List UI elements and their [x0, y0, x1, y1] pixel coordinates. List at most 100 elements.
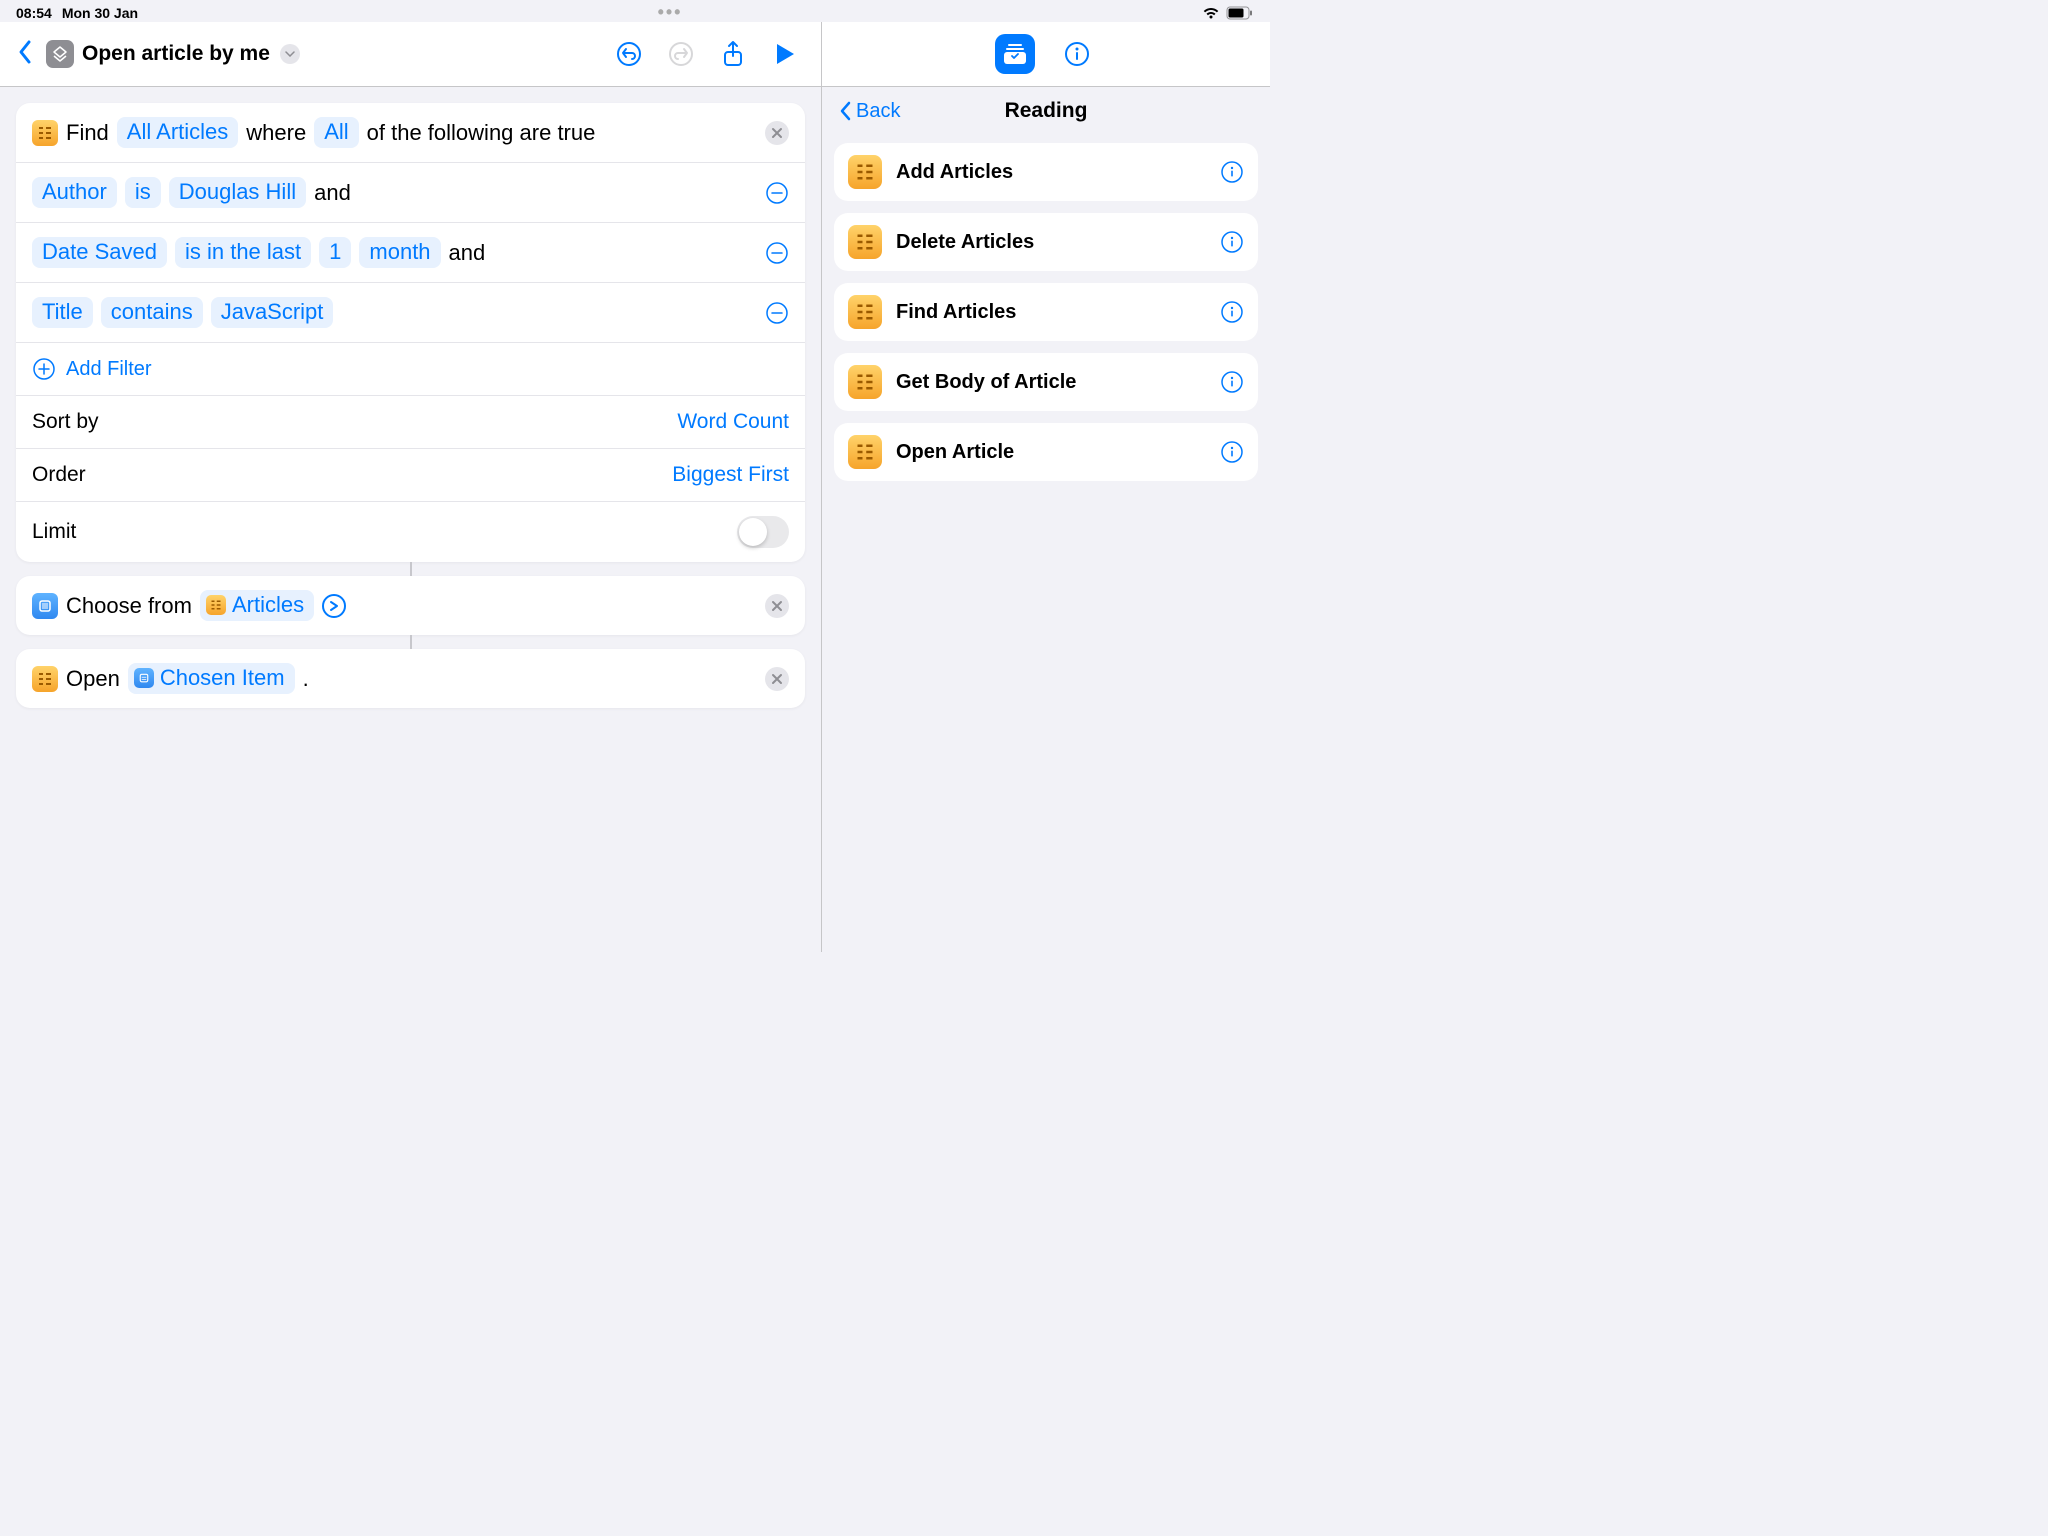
- action-label: Add Articles: [896, 161, 1206, 184]
- reading-app-icon: [32, 120, 58, 146]
- reading-app-icon: [32, 666, 58, 692]
- find-where: where: [246, 120, 306, 146]
- remove-filter-button[interactable]: [765, 181, 789, 205]
- filter-number[interactable]: 1: [319, 237, 351, 268]
- redo-button[interactable]: [661, 34, 701, 74]
- action-label: Delete Articles: [896, 231, 1206, 254]
- wifi-icon: [1202, 6, 1220, 20]
- choose-target-token[interactable]: Articles: [200, 590, 314, 621]
- filter-value[interactable]: Douglas Hill: [169, 177, 306, 208]
- order-row[interactable]: Order Biggest First: [16, 449, 805, 502]
- filter-row-2[interactable]: Title contains JavaScript: [16, 283, 805, 343]
- filter-field[interactable]: Title: [32, 297, 93, 328]
- shortcut-title[interactable]: Open article by me: [46, 40, 300, 68]
- status-bar: 08:54 Mon 30 Jan •••: [0, 0, 1270, 22]
- open-target-label: Chosen Item: [160, 665, 285, 691]
- plus-circle-icon: [32, 357, 56, 381]
- add-filter-label: Add Filter: [66, 358, 152, 381]
- multitask-dots[interactable]: •••: [138, 2, 1202, 23]
- filter-unit[interactable]: month: [359, 237, 440, 268]
- action-item-add[interactable]: Add Articles: [834, 143, 1258, 201]
- chevron-down-icon: [280, 44, 300, 64]
- filter-op[interactable]: contains: [101, 297, 203, 328]
- filter-op[interactable]: is: [125, 177, 161, 208]
- find-tail: of the following are true: [367, 120, 596, 146]
- choose-verb: Choose from: [66, 593, 192, 619]
- reading-app-icon: [848, 155, 882, 189]
- open-row[interactable]: Open Chosen Item .: [16, 649, 805, 708]
- expand-action-button[interactable]: [322, 594, 346, 618]
- find-header-row[interactable]: Find All Articles where All of the follo…: [16, 103, 805, 163]
- run-button[interactable]: [765, 34, 805, 74]
- choose-target-label: Articles: [232, 592, 304, 618]
- shortcut-app-icon: [46, 40, 74, 68]
- choose-row[interactable]: Choose from Articles: [16, 576, 805, 635]
- order-value[interactable]: Biggest First: [672, 463, 789, 487]
- action-label: Get Body of Article: [896, 371, 1206, 394]
- find-verb: Find: [66, 120, 109, 146]
- action-info-button[interactable]: [1220, 230, 1244, 254]
- order-label: Order: [32, 463, 86, 487]
- filter-op[interactable]: is in the last: [175, 237, 311, 268]
- sort-by-label: Sort by: [32, 410, 99, 434]
- delete-action-button[interactable]: [765, 121, 789, 145]
- reading-app-icon: [848, 435, 882, 469]
- remove-filter-button[interactable]: [765, 301, 789, 325]
- action-item-body[interactable]: Get Body of Article: [834, 353, 1258, 411]
- limit-label: Limit: [32, 520, 76, 544]
- action-info-button[interactable]: [1220, 440, 1244, 464]
- chosen-item-icon: [134, 668, 154, 688]
- filter-value[interactable]: JavaScript: [211, 297, 334, 328]
- choose-icon: [32, 593, 58, 619]
- filter-row-1[interactable]: Date Saved is in the last 1 month and: [16, 223, 805, 283]
- back-button[interactable]: [16, 38, 34, 71]
- action-info-button[interactable]: [1220, 370, 1244, 394]
- right-back-button[interactable]: Back: [838, 87, 900, 135]
- open-target-token[interactable]: Chosen Item: [128, 663, 295, 694]
- filter-field[interactable]: Date Saved: [32, 237, 167, 268]
- connector: [410, 562, 412, 576]
- delete-action-button[interactable]: [765, 667, 789, 691]
- action-label: Open Article: [896, 441, 1206, 464]
- action-info-button[interactable]: [1220, 300, 1244, 324]
- filter-trail: and: [449, 240, 486, 266]
- battery-icon: [1226, 6, 1254, 20]
- actions-pane: Back Reading Add Articles Delete Article…: [822, 22, 1270, 952]
- reading-app-icon: [848, 365, 882, 399]
- editor-pane: Open article by me: [0, 22, 822, 952]
- add-filter-button[interactable]: Add Filter: [16, 343, 805, 396]
- open-verb: Open: [66, 666, 120, 692]
- status-time: 08:54: [16, 5, 52, 21]
- find-match-token[interactable]: All: [314, 117, 358, 148]
- status-date: Mon 30 Jan: [62, 5, 138, 21]
- filter-trail: and: [314, 180, 351, 206]
- sort-by-row[interactable]: Sort by Word Count: [16, 396, 805, 449]
- right-title: Reading: [1005, 99, 1088, 123]
- action-item-find[interactable]: Find Articles: [834, 283, 1258, 341]
- action-label: Find Articles: [896, 301, 1206, 324]
- reading-app-icon: [848, 225, 882, 259]
- action-list: Add Articles Delete Articles Find Articl…: [822, 135, 1270, 489]
- filter-row-0[interactable]: Author is Douglas Hill and: [16, 163, 805, 223]
- find-scope-token[interactable]: All Articles: [117, 117, 238, 148]
- choose-action-card: Choose from Articles: [16, 576, 805, 635]
- remove-filter-button[interactable]: [765, 241, 789, 265]
- reading-app-icon: [206, 595, 226, 615]
- sort-by-value[interactable]: Word Count: [677, 410, 789, 434]
- find-action-card: Find All Articles where All of the follo…: [16, 103, 805, 562]
- filter-field[interactable]: Author: [32, 177, 117, 208]
- action-info-button[interactable]: [1220, 160, 1244, 184]
- undo-button[interactable]: [609, 34, 649, 74]
- delete-action-button[interactable]: [765, 594, 789, 618]
- share-button[interactable]: [713, 34, 753, 74]
- info-tab[interactable]: [1057, 34, 1097, 74]
- action-item-open[interactable]: Open Article: [834, 423, 1258, 481]
- open-tail: .: [303, 666, 309, 692]
- right-toolbar: [822, 22, 1270, 87]
- action-item-delete[interactable]: Delete Articles: [834, 213, 1258, 271]
- limit-row: Limit: [16, 502, 805, 562]
- right-header: Back Reading: [822, 87, 1270, 135]
- limit-toggle[interactable]: [737, 516, 789, 548]
- library-tab[interactable]: [995, 34, 1035, 74]
- open-action-card: Open Chosen Item .: [16, 649, 805, 708]
